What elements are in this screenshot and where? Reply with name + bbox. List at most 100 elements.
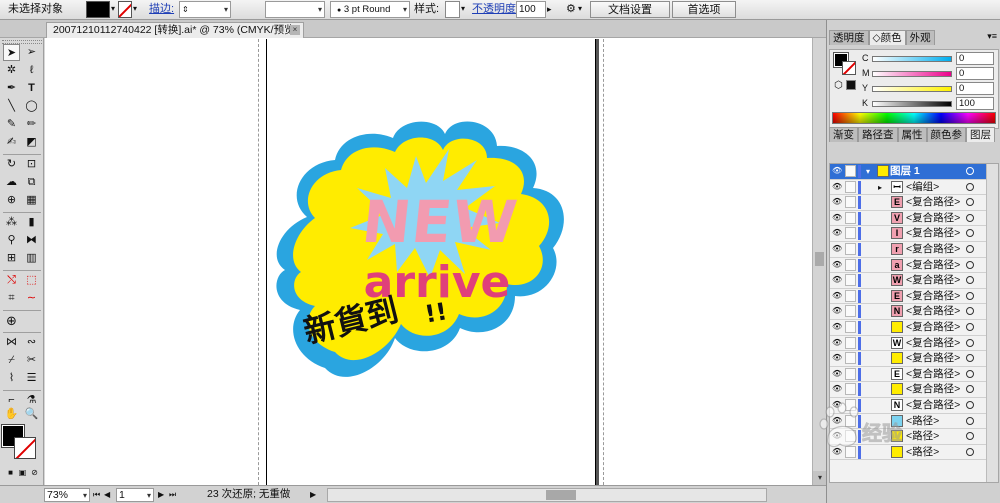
lock-toggle[interactable] — [845, 289, 856, 302]
magic-wand-tool-icon[interactable]: ✲ — [3, 62, 20, 79]
visibility-eye-icon[interactable]: 👁 — [832, 322, 842, 332]
slider-value-field[interactable]: 0 — [956, 82, 994, 95]
lock-toggle[interactable] — [845, 165, 856, 177]
document-tab[interactable]: 20071210112740422 [转换].ai* @ 73% (CMYK/预… — [46, 22, 304, 38]
style-dropdown-icon[interactable]: ▾ — [461, 1, 465, 18]
recolor-dropdown-icon[interactable]: ▾ — [578, 1, 582, 18]
blob-brush-tool-icon[interactable]: ✍ — [3, 134, 20, 151]
preferences-button[interactable]: 首选项 — [672, 1, 736, 18]
lock-toggle[interactable] — [845, 383, 856, 396]
slider-value-field[interactable]: 0 — [956, 67, 994, 80]
slider-value-field[interactable]: 0 — [956, 52, 994, 65]
lock-toggle[interactable] — [845, 258, 856, 271]
scroll-thumb[interactable] — [815, 252, 824, 266]
layer-sublayer-row[interactable]: 👁 ▸ ꟷ <编组> — [830, 180, 988, 196]
gradient-tool-icon[interactable]: ▮ — [23, 214, 40, 231]
paintbrush-tool-icon[interactable]: ✎ — [3, 116, 20, 133]
reshape-tool-icon[interactable]: ∾ — [23, 334, 40, 351]
visibility-eye-icon[interactable]: 👁 — [832, 166, 842, 176]
layer-sublayer-row[interactable]: 👁 E <复合路径> — [830, 367, 988, 383]
visibility-eye-icon[interactable]: 👁 — [832, 338, 842, 348]
document-setup-button[interactable]: 文档设置 — [590, 1, 670, 18]
layer-sublayer-row[interactable]: 👁 <复合路径> — [830, 351, 988, 367]
gamut-swatch[interactable] — [846, 80, 856, 90]
target-circle-icon[interactable] — [966, 416, 974, 425]
scroll-thumb[interactable] — [546, 490, 576, 500]
layer-sublayer-row[interactable]: 👁 E <复合路径> — [830, 195, 988, 211]
first-page-icon[interactable]: ⏮ — [93, 488, 100, 502]
layer-sublayer-row[interactable]: 👁 a <复合路径> — [830, 258, 988, 274]
visibility-eye-icon[interactable]: 👁 — [832, 213, 842, 223]
zoom-tool-icon[interactable]: 🔍 — [23, 406, 40, 423]
prev-page-icon[interactable]: ◀ — [104, 488, 110, 502]
target-circle-icon[interactable] — [966, 182, 974, 191]
target-circle-icon[interactable] — [966, 447, 974, 456]
target-circle-icon[interactable] — [966, 198, 974, 207]
visibility-eye-icon[interactable]: 👁 — [832, 182, 842, 192]
stroke-weight-field[interactable]: ⇕ ▾ — [179, 1, 231, 18]
tab-color[interactable]: ◇颜色 — [868, 30, 906, 45]
warp-tool-icon[interactable]: ☁ — [3, 174, 20, 191]
target-circle-icon[interactable] — [966, 291, 974, 300]
slider-m[interactable]: M 0 — [862, 67, 998, 81]
eraser-tool-icon[interactable]: ◩ — [23, 134, 40, 151]
style-swatch[interactable] — [445, 1, 460, 18]
zoom-dropdown[interactable]: 73% ▾ — [44, 488, 90, 502]
perspective-grid-tool-icon[interactable]: ▦ — [23, 192, 40, 209]
slider-value-field[interactable]: 100 — [956, 97, 994, 110]
layer-sublayer-row[interactable]: 👁 I <复合路径> — [830, 226, 988, 242]
eyedropper-tool-icon[interactable]: ⚲ — [3, 232, 20, 249]
visibility-eye-icon[interactable]: 👁 — [832, 353, 842, 363]
visibility-eye-icon[interactable]: 👁 — [832, 197, 842, 207]
lock-toggle[interactable] — [845, 305, 856, 318]
target-circle-icon[interactable] — [966, 323, 974, 331]
crosshair-tool-icon[interactable]: ⊕ — [3, 312, 20, 329]
scale-tool-icon[interactable]: ⊡ — [23, 156, 40, 173]
target-circle-icon[interactable] — [966, 276, 974, 285]
lasso-tool-icon[interactable]: ℓ — [23, 62, 40, 79]
color-spectrum[interactable] — [832, 112, 996, 124]
visibility-eye-icon[interactable]: 👁 — [832, 275, 842, 285]
slice-tool-icon[interactable]: ∼ — [23, 290, 40, 307]
blend-tool-icon[interactable]: ⧓ — [23, 232, 40, 249]
layer-sublayer-row[interactable]: 👁 E <复合路径> — [830, 289, 988, 305]
artboard-tool-icon[interactable]: ⌗ — [3, 290, 20, 307]
align-tool-icon[interactable]: ☰ — [23, 370, 40, 387]
direct-selection-tool-icon[interactable]: ➢ — [23, 44, 40, 61]
rotate-tool-icon[interactable]: ↻ — [3, 156, 20, 173]
lock-toggle[interactable] — [845, 211, 856, 224]
live-paint-bucket-tool-icon[interactable]: ⤭ — [3, 272, 20, 289]
selection-tool-icon[interactable]: ➤ — [3, 44, 20, 61]
tab-attributes[interactable]: 属性 — [897, 127, 927, 142]
knife-tool-icon[interactable]: ⌿ — [3, 352, 20, 369]
ellipse-tool-icon[interactable]: ◯ — [23, 98, 40, 115]
target-circle-icon[interactable] — [966, 245, 974, 253]
tab-transparency[interactable]: 透明度 — [829, 30, 869, 45]
next-page-icon[interactable]: ▶ — [158, 488, 164, 502]
fill-dropdown-icon[interactable]: ▾ — [111, 1, 115, 18]
target-circle-icon[interactable] — [966, 432, 974, 441]
close-tab-icon[interactable]: × — [290, 25, 300, 35]
slider-track[interactable] — [872, 101, 952, 107]
path-tool-icon[interactable]: ⌇ — [3, 370, 20, 387]
layer-sublayer-row[interactable]: 👁 N <复合路径> — [830, 304, 988, 320]
tab-appearance[interactable]: 外观 — [905, 30, 935, 45]
layer-sublayer-row[interactable]: 👁 r <复合路径> — [830, 242, 988, 258]
type-tool-icon[interactable]: T — [23, 80, 40, 97]
lock-toggle[interactable] — [845, 227, 856, 240]
hand-tool-icon[interactable]: ✋ — [3, 406, 20, 423]
slider-track[interactable] — [872, 56, 952, 62]
visibility-eye-icon[interactable]: 👁 — [832, 260, 842, 270]
slider-k[interactable]: K 100 — [862, 97, 998, 111]
artwork-exclaim-text[interactable]: !! — [423, 297, 449, 328]
target-circle-icon[interactable] — [966, 385, 974, 394]
panel-menu-icon[interactable]: ▾≡ — [987, 31, 997, 42]
lock-toggle[interactable] — [845, 180, 856, 193]
target-circle-icon[interactable] — [966, 213, 974, 222]
expand-triangle-icon[interactable]: ▾ — [866, 164, 870, 179]
target-circle-icon[interactable] — [966, 229, 974, 238]
stroke-color-swatch[interactable] — [14, 437, 36, 459]
collapse-triangle-icon[interactable]: ▸ — [878, 180, 882, 195]
target-circle-icon[interactable] — [966, 369, 974, 378]
pen-tool-icon[interactable]: ✒ — [3, 80, 20, 97]
